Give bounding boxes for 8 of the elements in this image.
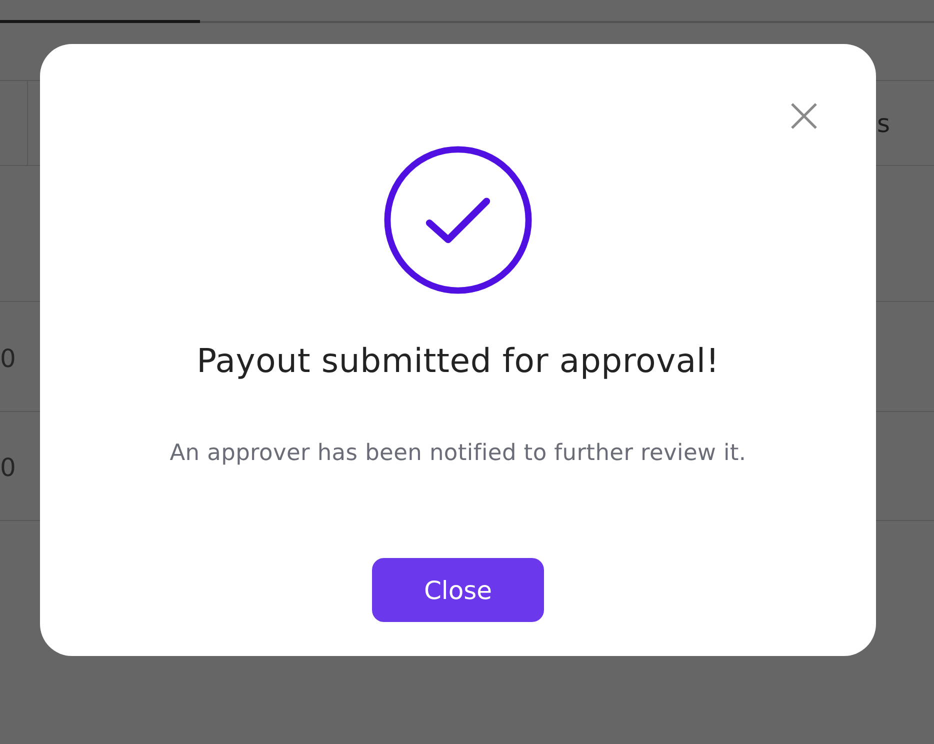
close-button[interactable]: Close <box>372 558 544 622</box>
column-header: s <box>876 108 891 138</box>
dialog-title: Payout submitted for approval! <box>196 340 720 382</box>
table-cell-text: 0 <box>0 452 16 482</box>
table-cell-text: 0 <box>0 342 16 373</box>
dialog-message: An approver has been notified to further review it. <box>170 439 746 468</box>
check-circle-icon <box>384 146 532 294</box>
close-icon[interactable] <box>791 103 817 129</box>
